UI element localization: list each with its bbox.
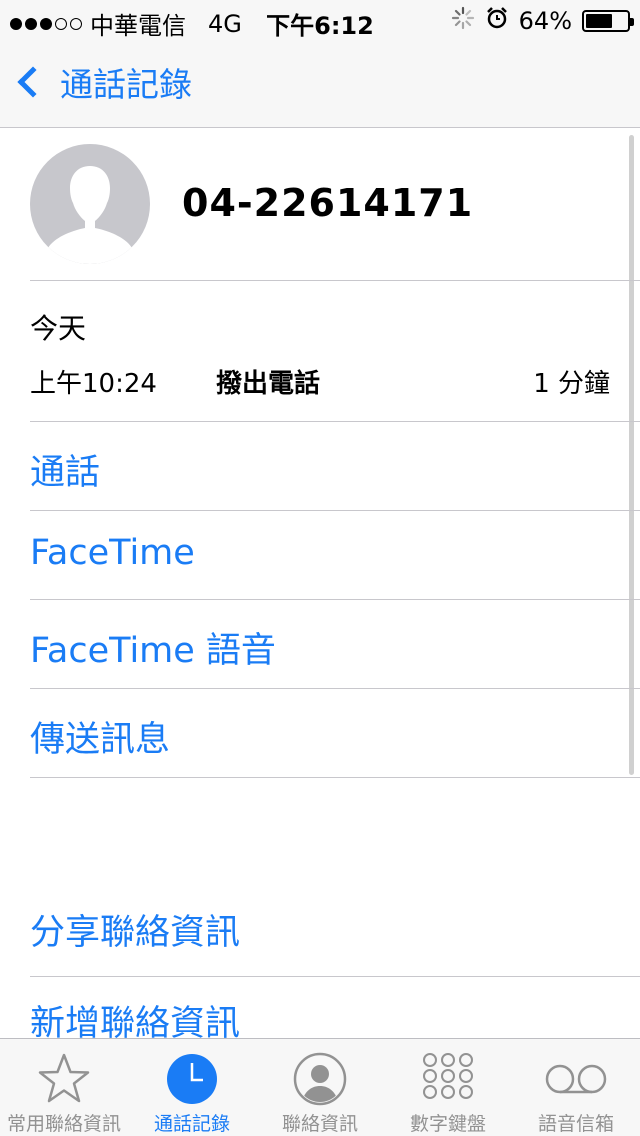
voicemail-icon (512, 1051, 640, 1107)
share-contact-button[interactable]: 分享聯絡資訊 (30, 904, 240, 955)
call-button[interactable]: 通話 (30, 444, 100, 495)
call-history-row: 上午10:24 撥出電話 1 分鐘 (30, 363, 610, 399)
back-label: 通話記錄 (60, 65, 192, 104)
divider (30, 777, 640, 778)
tab-favorites[interactable]: 常用聯絡資訊 (0, 1039, 128, 1136)
divider (30, 976, 640, 977)
tab-label: 語音信箱 (537, 1113, 614, 1135)
tab-keypad[interactable]: 數字鍵盤 (384, 1039, 512, 1136)
back-button[interactable]: 通話記錄 (14, 58, 192, 106)
tab-label: 通話記錄 (153, 1113, 230, 1135)
contact-header: 04-22614171 (0, 129, 640, 281)
avatar (30, 144, 150, 264)
phone-number: 04-22614171 (182, 181, 474, 225)
clock-icon (128, 1051, 256, 1107)
battery-fill (586, 14, 612, 28)
status-right: 64% (451, 6, 634, 36)
chevron-left-icon (17, 66, 49, 98)
divider (30, 280, 640, 281)
alarm-icon (485, 6, 509, 36)
tab-label: 常用聯絡資訊 (6, 1113, 121, 1135)
battery-tip (630, 18, 634, 26)
divider (30, 510, 640, 511)
contacts-icon (256, 1051, 384, 1107)
activity-spinner-icon (451, 6, 475, 36)
tab-label: 聯絡資訊 (281, 1113, 358, 1135)
battery-percent: 64% (518, 7, 572, 35)
call-duration: 1 分鐘 (533, 369, 610, 399)
battery-icon (582, 10, 634, 32)
person-silhouette-icon (48, 166, 132, 264)
navigation-bar: 通話記錄 (0, 40, 640, 128)
add-contact-button[interactable]: 新增聯絡資訊 (30, 995, 240, 1038)
tab-label: 數字鍵盤 (409, 1113, 486, 1135)
tab-contacts[interactable]: 聯絡資訊 (256, 1039, 384, 1136)
call-time: 上午10:24 (30, 369, 157, 399)
facetime-button[interactable]: FaceTime (30, 533, 195, 573)
divider (30, 688, 640, 689)
divider (30, 599, 640, 600)
status-bar: 中華電信 4G 下午6:12 64% (0, 0, 640, 40)
tab-bar: 常用聯絡資訊 通話記錄 聯絡資訊 數字鍵盤 語音信箱 (0, 1038, 640, 1136)
tab-recents[interactable]: 通話記錄 (128, 1039, 256, 1136)
divider (30, 421, 640, 422)
tab-voicemail[interactable]: 語音信箱 (512, 1039, 640, 1136)
send-message-button[interactable]: 傳送訊息 (30, 711, 170, 762)
star-icon (0, 1051, 128, 1107)
call-type: 撥出電話 (216, 369, 321, 399)
call-date-label: 今天 (30, 312, 87, 345)
contact-detail-content[interactable]: 04-22614171 今天 上午10:24 撥出電話 1 分鐘 通話 Face… (0, 129, 640, 1038)
facetime-audio-button[interactable]: FaceTime 語音 (30, 622, 276, 673)
keypad-icon (384, 1051, 512, 1107)
